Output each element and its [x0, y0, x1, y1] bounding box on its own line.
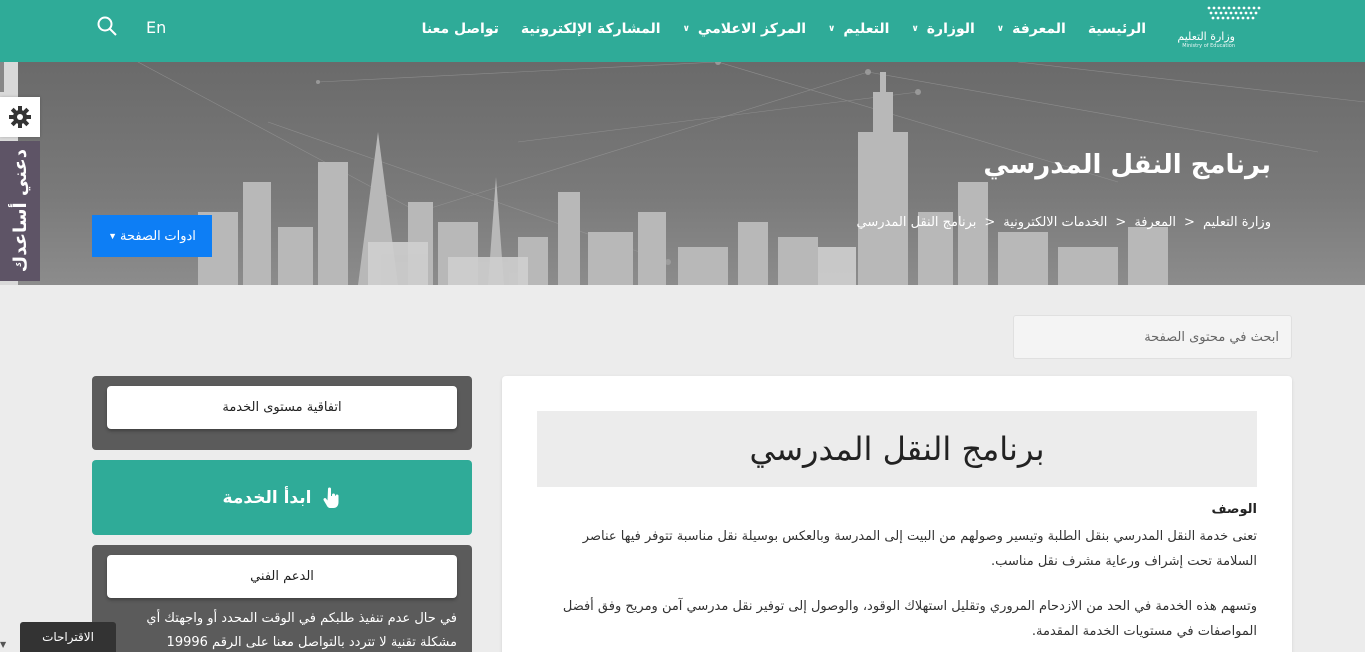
support-text: في حال عدم تنفيذ طلبكم في الوقت المحدد أ…	[146, 611, 457, 650]
nav-label: المركز الاعلامي	[697, 21, 807, 37]
nav-item-home[interactable]: الرئيسية	[1077, 21, 1157, 37]
nav-item-ministry[interactable]: الوزارة ∨	[900, 21, 985, 37]
support-panel: الدعم الفني في حال عدم تنفيذ طلبكم في ال…	[92, 545, 472, 652]
description-paragraph-2: وتسهم هذه الخدمة في الحد من الازدحام الم…	[562, 599, 1257, 639]
description-heading: الوصف	[1211, 502, 1257, 517]
support-button[interactable]: الدعم الفني	[107, 555, 457, 598]
breadcrumb-separator: >	[1115, 215, 1127, 230]
chevron-down-icon: ∨	[682, 24, 690, 34]
top-navbar: وزارة التعليم Ministry of Education الرئ…	[0, 0, 1365, 62]
nav-item-e-participation[interactable]: المشاركة الإلكترونية	[510, 21, 672, 37]
sla-panel: اتفاقية مستوى الخدمة	[92, 376, 472, 450]
scrollbar-thumb[interactable]	[0, 62, 4, 92]
chevron-down-icon: ∨	[996, 24, 1005, 34]
service-title: برنامج النقل المدرسي	[749, 430, 1045, 468]
nav-label: التعليم	[843, 21, 890, 37]
logo-mark-icon	[1207, 6, 1261, 20]
breadcrumb: وزارة التعليم > المعرفة > الخدمات الالكت…	[857, 215, 1271, 230]
page-search-input[interactable]	[1013, 315, 1292, 359]
help-me-tab[interactable]: دعني أساعدك	[0, 141, 40, 281]
main-nav: الرئيسية المعرفة ∨ الوزارة ∨ التعليم ∨ المر…	[411, 0, 1157, 58]
scroll-down-arrow-icon[interactable]: ▼	[0, 640, 8, 652]
breadcrumb-current: برنامج النقل المدرسي	[856, 215, 977, 230]
nav-label: تواصل معنا	[421, 21, 499, 37]
breadcrumb-separator: >	[1184, 215, 1195, 230]
start-service-button[interactable]: ابدأ الخدمة	[92, 460, 472, 535]
logo-text-ar: وزارة التعليم	[1177, 30, 1235, 43]
chevron-down-icon: ∨	[911, 24, 919, 34]
chevron-down-icon: ∨	[828, 24, 836, 34]
breadcrumb-eservices[interactable]: الخدمات الالكترونية	[1003, 215, 1107, 230]
nav-label: الوزارة	[926, 21, 975, 37]
caret-down-icon: ▼	[108, 231, 117, 241]
gear-icon	[9, 106, 31, 128]
service-card: برنامج النقل المدرسي الوصف تعنى خدمة الن…	[502, 376, 1292, 652]
sla-button[interactable]: اتفاقية مستوى الخدمة	[107, 386, 457, 429]
breadcrumb-knowledge[interactable]: المعرفة	[1134, 215, 1176, 230]
nav-label: المشاركة الإلكترونية	[520, 21, 661, 37]
description-paragraph-1: تعنى خدمة النقل المدرسي بنقل الطلبة وتيس…	[582, 529, 1257, 569]
service-title-box: برنامج النقل المدرسي	[537, 411, 1257, 487]
nav-item-media-center[interactable]: المركز الاعلامي ∨	[672, 21, 817, 37]
logo-text-en: Ministry of Education	[1182, 43, 1235, 49]
language-toggle[interactable]: En	[146, 18, 166, 37]
page-tools-label: ادوات الصفحة	[119, 228, 196, 243]
help-me-label: دعني أساعدك	[9, 149, 31, 273]
nav-item-knowledge[interactable]: المعرفة ∨	[986, 21, 1077, 37]
nav-item-contact[interactable]: تواصل معنا	[411, 21, 510, 37]
page-tools-button[interactable]: ▼ ادوات الصفحة	[92, 215, 212, 257]
start-service-label: ابدأ الخدمة	[222, 487, 312, 508]
breadcrumb-separator: >	[984, 215, 996, 230]
hero-title: برنامج النقل المدرسي	[983, 150, 1271, 180]
nav-label: المعرفة	[1012, 21, 1066, 37]
search-icon[interactable]	[96, 15, 118, 37]
ministry-logo[interactable]: وزارة التعليم Ministry of Education	[1177, 4, 1265, 50]
nav-item-education[interactable]: التعليم ∨	[817, 21, 900, 37]
breadcrumb-home[interactable]: وزارة التعليم	[1203, 215, 1271, 230]
hero-banner: برنامج النقل المدرسي وزارة التعليم > الم…	[18, 62, 1365, 285]
hand-pointer-icon	[323, 487, 339, 508]
accessibility-settings-button[interactable]	[0, 97, 40, 137]
nav-label: الرئيسية	[1087, 21, 1146, 37]
feedback-button[interactable]: الاقتراحات	[20, 622, 116, 652]
